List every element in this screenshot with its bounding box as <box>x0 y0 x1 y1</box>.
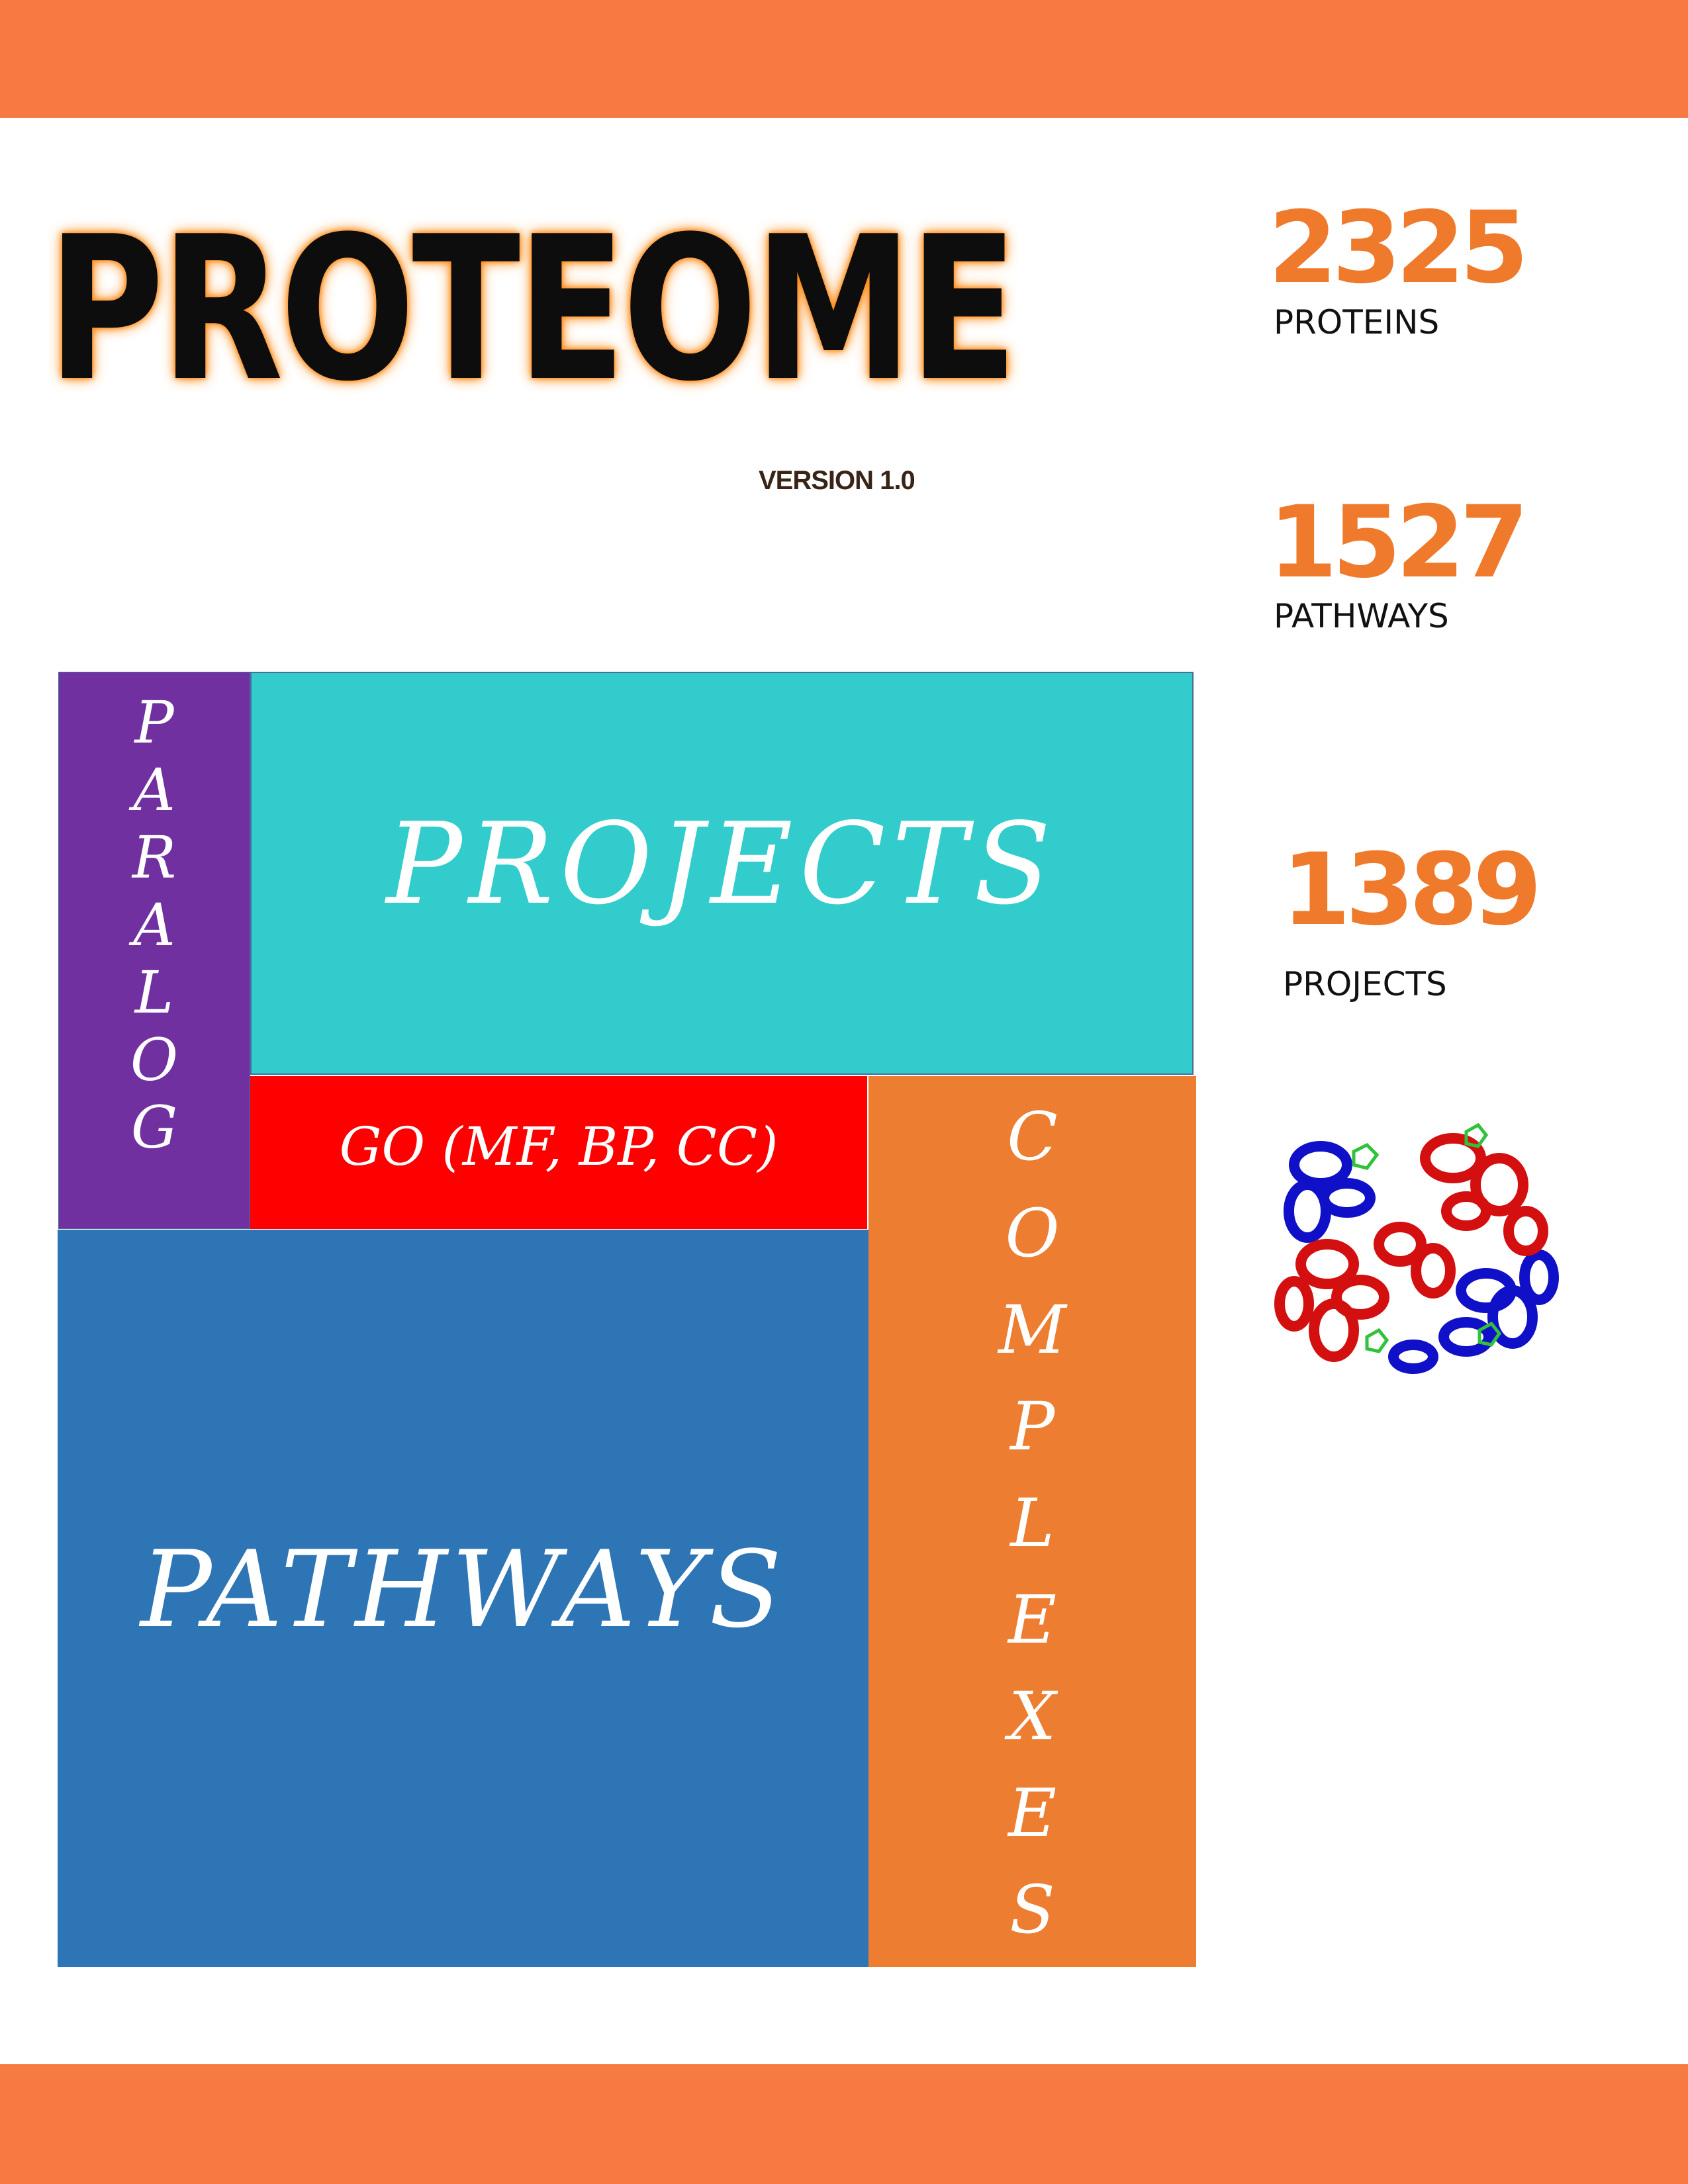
tile-complexes-label: COMPLEXES <box>868 1104 1196 1967</box>
letter: E <box>1008 1581 1056 1659</box>
letter: O <box>1005 1195 1060 1272</box>
letter: S <box>1009 1871 1055 1948</box>
letter: M <box>998 1291 1066 1369</box>
letter: G <box>130 1093 178 1161</box>
stat-proteins-label: PROTEINS <box>1274 303 1440 341</box>
tile-go[interactable]: GO (MF, BP, CC) <box>250 1076 867 1229</box>
tile-pathways-label: PATHWAYS <box>140 1527 786 1651</box>
tile-projects[interactable]: PROJECTS <box>250 672 1194 1075</box>
letter: A <box>133 891 175 959</box>
tile-paralog[interactable]: PARALOG <box>58 672 250 1229</box>
protein-structure-icon <box>1274 1122 1559 1374</box>
letter: P <box>1009 1388 1055 1465</box>
tile-paralog-label: PARALOG <box>59 694 250 1166</box>
tile-pathways[interactable]: PATHWAYS <box>58 1230 868 1967</box>
stat-projects-value: 1389 <box>1282 833 1542 948</box>
page-title: PROTEOME <box>48 194 1018 425</box>
tile-complexes[interactable]: COMPLEXES <box>868 1076 1196 1967</box>
letter: L <box>1010 1484 1055 1562</box>
letter: L <box>134 958 174 1026</box>
stat-proteins-value: 2325 <box>1268 191 1528 306</box>
letter: R <box>132 823 177 891</box>
tile-projects-label: PROJECTS <box>386 799 1058 930</box>
stat-pathways-value: 1527 <box>1268 485 1528 600</box>
letter: O <box>130 1026 179 1094</box>
version-label: VERSION 1.0 <box>759 466 915 495</box>
letter: X <box>1008 1678 1056 1755</box>
letter: A <box>133 756 175 824</box>
bottom-orange-band <box>0 2064 1688 2184</box>
tile-go-label: GO (MF, BP, CC) <box>339 1116 778 1177</box>
letter: E <box>1008 1774 1056 1852</box>
stat-projects-label: PROJECTS <box>1283 965 1447 1003</box>
letter: C <box>1007 1098 1058 1175</box>
letter: P <box>134 688 174 756</box>
top-orange-band <box>0 0 1688 118</box>
stat-pathways-label: PATHWAYS <box>1274 597 1449 635</box>
